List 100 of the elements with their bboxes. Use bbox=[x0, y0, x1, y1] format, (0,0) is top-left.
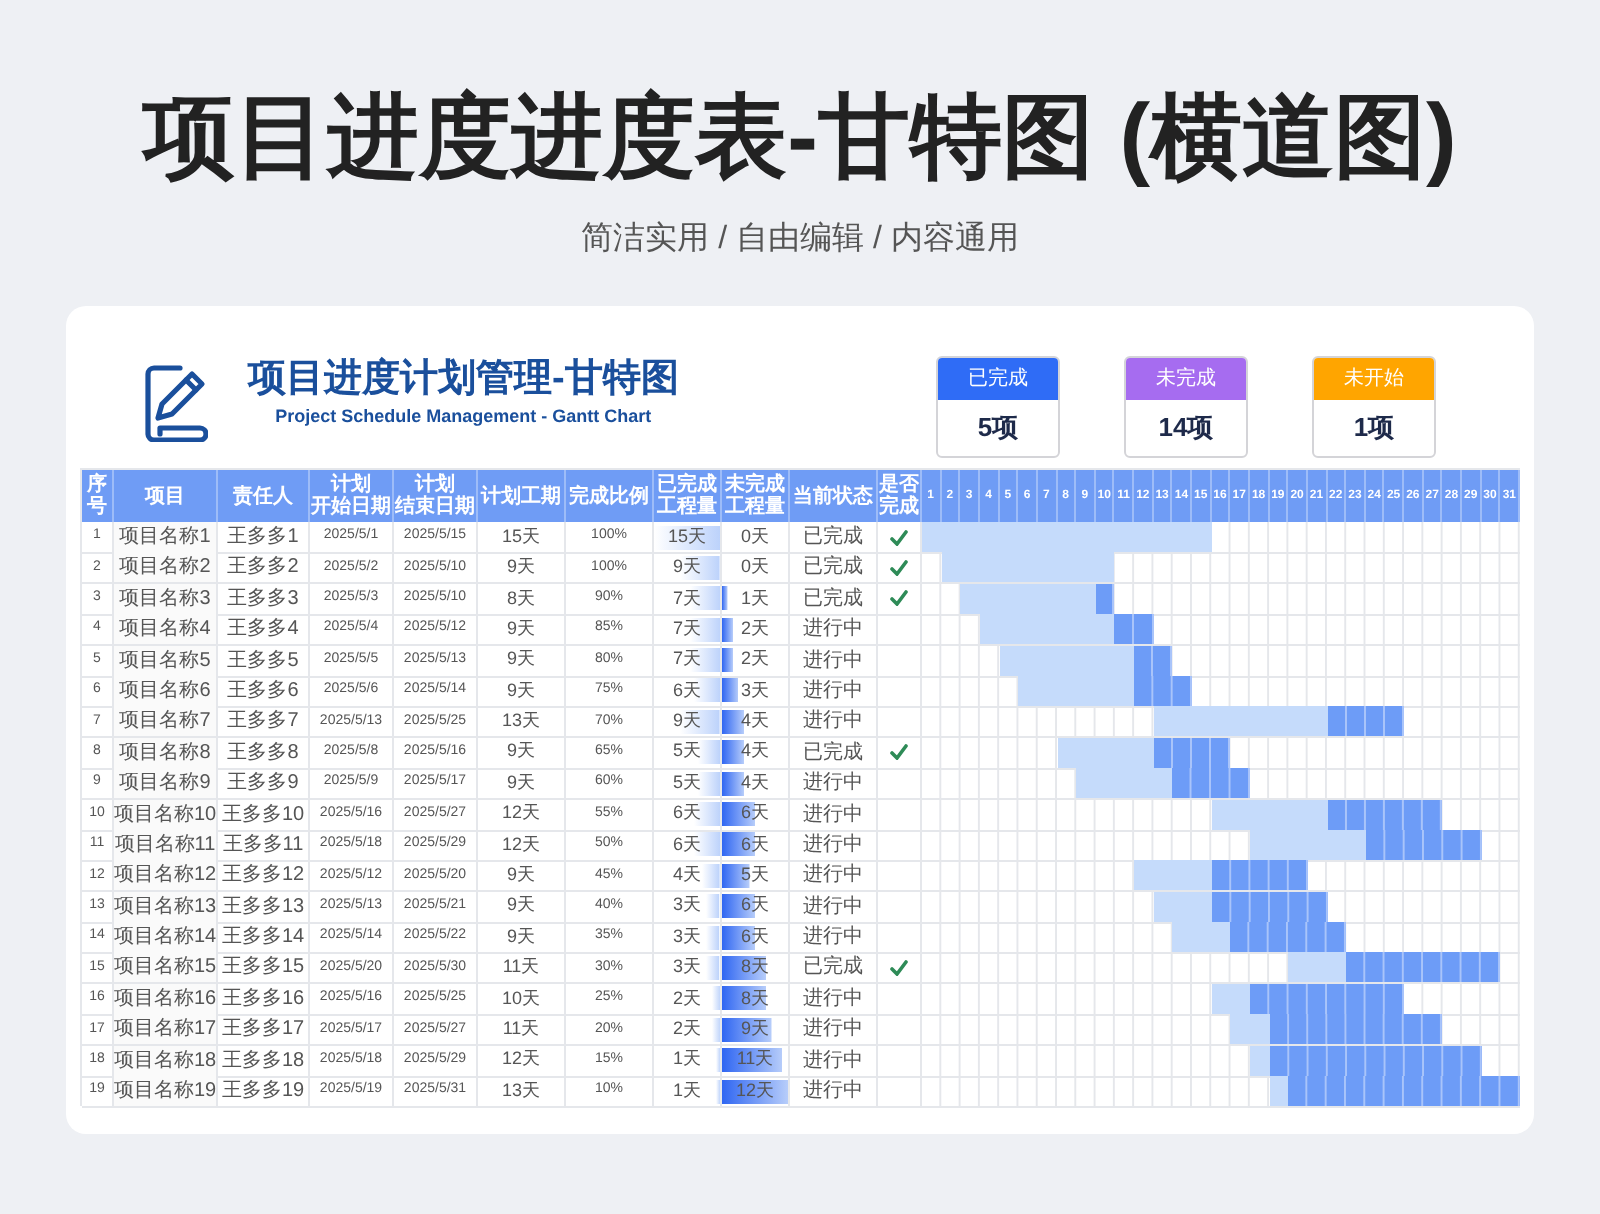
table-cell: 2天 bbox=[722, 614, 790, 647]
table-cell: 进行中 bbox=[790, 1045, 878, 1078]
table-cell: 王多多16 bbox=[218, 983, 310, 1016]
table-cell: 已完成 bbox=[790, 522, 878, 554]
table-cell: 王多多9 bbox=[218, 768, 310, 801]
table-cell: 项目名称17 bbox=[114, 1014, 218, 1047]
table-cell: 项目名称11 bbox=[114, 829, 218, 862]
column-header: 计划 结束日期 bbox=[394, 470, 478, 522]
completed-bar bbox=[1211, 799, 1328, 830]
completed-bar bbox=[1249, 829, 1366, 860]
table-cell: 王多多19 bbox=[218, 1076, 310, 1109]
table-cell: 项目名称14 bbox=[114, 922, 218, 955]
table-cell: 6天 bbox=[654, 675, 722, 708]
table-cell: 项目名称9 bbox=[114, 768, 218, 801]
table-cell: 9天 bbox=[478, 737, 566, 770]
table-cell: 6天 bbox=[722, 799, 790, 832]
table-cell: 进行中 bbox=[790, 983, 878, 1016]
table-cell: 项目名称3 bbox=[114, 583, 218, 616]
completed-bar bbox=[1269, 1076, 1289, 1107]
table-cell: 项目名称13 bbox=[114, 891, 218, 924]
table-cell: 9天 bbox=[478, 922, 566, 955]
table-cell: 进行中 bbox=[790, 1076, 878, 1109]
table-cell: 项目名称8 bbox=[114, 737, 218, 770]
table-cell: 项目名称4 bbox=[114, 614, 218, 647]
table-cell: 进行中 bbox=[790, 829, 878, 862]
summary-count: 5项 bbox=[975, 410, 1021, 447]
table-cell: 项目名称6 bbox=[114, 675, 218, 708]
table-cell: 11天 bbox=[478, 952, 566, 985]
table-cell: 项目名称18 bbox=[114, 1045, 218, 1078]
table-cell: 11天 bbox=[478, 1014, 566, 1047]
table-cell: 9天 bbox=[478, 768, 566, 801]
table-cell: 王多多6 bbox=[218, 675, 310, 708]
page-subtitle: 简洁实用 / 自由编辑 / 内容通用 bbox=[581, 220, 1019, 260]
completed-bar bbox=[979, 614, 1115, 645]
table-cell: 13天 bbox=[478, 1076, 566, 1109]
table-cell: 6天 bbox=[722, 829, 790, 862]
table-cell: 王多多2 bbox=[218, 552, 310, 585]
table-cell: 2天 bbox=[654, 1014, 722, 1047]
remaining-bar bbox=[1230, 922, 1347, 953]
sheet-subtitle: Project Schedule Management - Gantt Chart bbox=[275, 404, 652, 428]
table-cell: 7天 bbox=[654, 583, 722, 616]
remaining-bar bbox=[1211, 860, 1308, 891]
table-cell: 进行中 bbox=[790, 768, 878, 801]
table-cell: 9天 bbox=[654, 552, 722, 585]
table-cell: 0天 bbox=[722, 522, 790, 554]
table-cell: 项目名称10 bbox=[114, 799, 218, 832]
remaining-bar bbox=[1327, 799, 1443, 830]
remaining-bar bbox=[1365, 829, 1482, 860]
table-cell: 王多多12 bbox=[218, 860, 310, 893]
table-cell: 12天 bbox=[478, 799, 566, 832]
table-cell: 王多多18 bbox=[218, 1045, 310, 1078]
table-cell: 王多多8 bbox=[218, 737, 310, 770]
table-cell: 王多多1 bbox=[218, 522, 310, 554]
table-cell: 4天 bbox=[722, 768, 790, 801]
table-cell: 9天 bbox=[722, 1014, 790, 1047]
remaining-bar bbox=[1153, 737, 1231, 768]
table-cell: 进行中 bbox=[790, 860, 878, 893]
table-cell: 进行中 bbox=[790, 922, 878, 955]
completed-bar bbox=[1153, 891, 1212, 922]
table-cell: 7天 bbox=[654, 614, 722, 647]
summary-label: 未开始 bbox=[1314, 358, 1434, 400]
table-cell: 12天 bbox=[478, 829, 566, 862]
table-cell: 进行中 bbox=[790, 614, 878, 647]
summary-count: 1项 bbox=[1351, 410, 1397, 447]
completed-bar bbox=[1172, 922, 1231, 953]
remaining-bar bbox=[1327, 706, 1405, 737]
table-cell: 15天 bbox=[478, 522, 566, 554]
completed-bar bbox=[1018, 675, 1135, 706]
sheet-title: 项目进度计划管理-甘特图 bbox=[248, 356, 679, 404]
table-cell: 4天 bbox=[654, 860, 722, 893]
table-cell: 项目名称1 bbox=[114, 522, 218, 554]
table-cell: 项目名称19 bbox=[114, 1076, 218, 1109]
table-cell: 3天 bbox=[654, 891, 722, 924]
table-cell: 6天 bbox=[722, 891, 790, 924]
column-header: 责任人 bbox=[218, 470, 310, 522]
remaining-bar bbox=[1211, 891, 1328, 922]
summary-count: 14项 bbox=[1156, 410, 1216, 447]
completed-bar bbox=[960, 583, 1096, 614]
table-cell: 12天 bbox=[722, 1076, 790, 1109]
table-cell: 5天 bbox=[722, 860, 790, 893]
completed-bar bbox=[1134, 860, 1212, 891]
table-cell: 11天 bbox=[722, 1045, 790, 1078]
column-header: 计划工期 bbox=[478, 470, 566, 522]
table-cell: 已完成 bbox=[790, 552, 878, 585]
table-cell: 0天 bbox=[722, 552, 790, 585]
column-header: 是否 完成 bbox=[878, 470, 922, 522]
table-cell: 4天 bbox=[722, 706, 790, 739]
table-cell: 9天 bbox=[478, 860, 566, 893]
table-cell: 项目名称5 bbox=[114, 645, 218, 678]
table-cell: 1天 bbox=[654, 1076, 722, 1109]
table-cell: 项目名称7 bbox=[114, 706, 218, 739]
table-cell: 王多多11 bbox=[218, 829, 310, 862]
table-cell: 王多多10 bbox=[218, 799, 310, 832]
column-header: 当前状态 bbox=[790, 470, 878, 522]
table-cell: 王多多14 bbox=[218, 922, 310, 955]
table-cell: 12天 bbox=[478, 1045, 566, 1078]
table-cell: 9天 bbox=[478, 891, 566, 924]
remaining-bar bbox=[1172, 768, 1250, 799]
table-cell: 6天 bbox=[654, 829, 722, 862]
table-cell: 进行中 bbox=[790, 675, 878, 708]
